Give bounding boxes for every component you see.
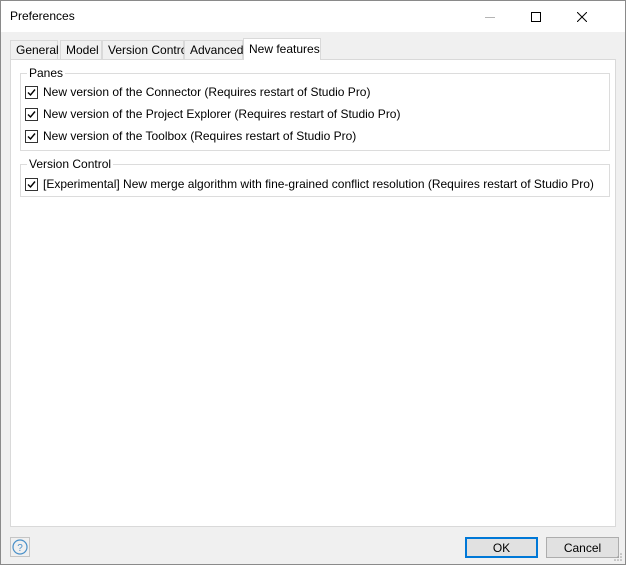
minimize-icon [485,16,495,18]
panes-group: Panes New version of the Connector (Requ… [20,66,610,151]
close-button[interactable] [559,1,605,32]
tab-version-control[interactable]: Version Control [102,40,190,59]
cancel-button[interactable]: Cancel [546,537,619,558]
preferences-dialog: Preferences General Model Version Contro… [0,0,626,565]
help-button[interactable]: ? [10,537,30,557]
checkbox-label: New version of the Connector (Requires r… [43,85,371,99]
checkmark-icon [27,132,36,140]
ok-button[interactable]: OK [465,537,538,558]
panes-group-label: Panes [27,66,66,80]
checkbox[interactable] [25,177,38,191]
merge-algorithm-checkbox-row[interactable]: [Experimental] New merge algorithm with … [25,176,594,192]
connector-checkbox-row[interactable]: New version of the Connector (Requires r… [25,84,370,100]
checkmark-icon [27,180,36,188]
checkbox-label: New version of the Project Explorer (Req… [43,107,401,121]
tab-general[interactable]: General [10,40,59,59]
maximize-icon [531,11,541,22]
project-explorer-checkbox-row[interactable]: New version of the Project Explorer (Req… [25,106,400,122]
tab-model[interactable]: Model [60,40,102,59]
checkbox[interactable] [25,85,38,99]
version-control-group-label: Version Control [27,157,114,171]
title-bar[interactable]: Preferences [1,1,625,32]
svg-text:?: ? [17,543,23,554]
checkmark-icon [27,88,36,96]
tab-new-features[interactable]: New features [243,38,321,60]
checkbox-label: [Experimental] New merge algorithm with … [43,177,594,191]
window-title: Preferences [10,9,75,23]
toolbox-checkbox-row[interactable]: New version of the Toolbox (Requires res… [25,128,356,144]
help-icon: ? [12,539,28,555]
resize-grip-icon[interactable] [613,552,623,562]
maximize-button[interactable] [513,1,559,32]
version-control-group: Version Control [Experimental] New merge… [20,157,610,197]
new-features-panel: Panes New version of the Connector (Requ… [10,59,616,527]
checkmark-icon [27,110,36,118]
close-icon [577,11,587,22]
checkbox[interactable] [25,107,38,121]
tab-advanced[interactable]: Advanced [184,40,243,59]
checkbox[interactable] [25,129,38,143]
checkbox-label: New version of the Toolbox (Requires res… [43,129,357,143]
minimize-button[interactable] [467,1,513,32]
